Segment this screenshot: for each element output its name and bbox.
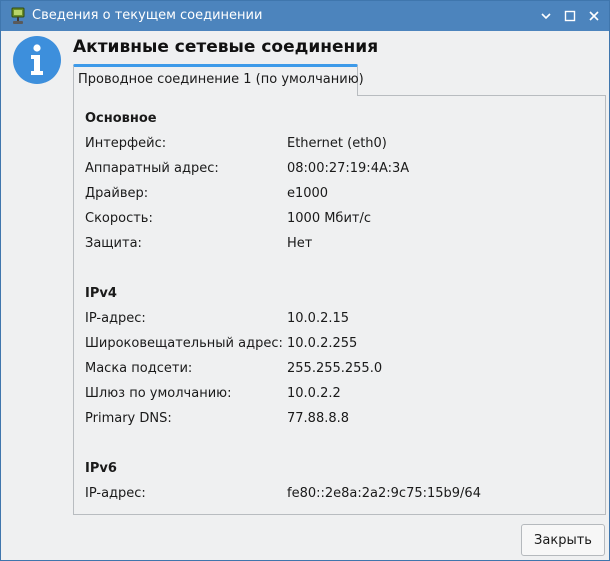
speed-label: Скорость: <box>85 211 153 226</box>
connection-details-panel <box>73 95 606 515</box>
ipv6-address-value: fe80::2e8a:2a2:9c75:15b9/64 <box>287 486 481 501</box>
hardware-address-value: 08:00:27:19:4A:3A <box>287 161 410 176</box>
interface-value: Ethernet (eth0) <box>287 136 387 151</box>
close-button[interactable]: Закрыть <box>521 524 605 556</box>
network-connection-icon <box>10 7 26 25</box>
broadcast-address-value: 10.0.2.255 <box>287 336 358 351</box>
ipv4-address-value: 10.0.2.15 <box>287 311 350 326</box>
hardware-address-label: Аппаратный адрес: <box>85 161 219 176</box>
section-basic-title: Основное <box>85 111 157 126</box>
driver-label: Драйвер: <box>85 186 149 201</box>
info-icon <box>12 35 62 85</box>
window-title: Сведения о текущем соединении <box>32 8 263 23</box>
section-ipv4-title: IPv4 <box>85 286 117 301</box>
tab-wired-connection-1[interactable]: Проводное соединение 1 (по умолчанию) <box>73 64 364 96</box>
broadcast-address-label: Широковещательный адрес: <box>85 336 283 351</box>
default-gateway-label: Шлюз по умолчанию: <box>85 386 232 401</box>
dialog-heading: Активные сетевые соединения <box>73 37 379 57</box>
subnet-mask-label: Маска подсети: <box>85 361 193 376</box>
ipv6-address-label: IP-адрес: <box>85 486 146 501</box>
speed-value: 1000 Мбит/с <box>287 211 371 226</box>
close-icon[interactable] <box>584 6 604 26</box>
security-label: Защита: <box>85 236 142 251</box>
ipv4-address-label: IP-адрес: <box>85 311 146 326</box>
section-ipv6-title: IPv6 <box>85 461 117 476</box>
title-bar[interactable]: Сведения о текущем соединении <box>1 1 609 31</box>
driver-value: e1000 <box>287 186 329 201</box>
dialog-window: Сведения о текущем соединении Активные с… <box>0 0 610 561</box>
primary-dns-value: 77.88.8.8 <box>287 411 350 426</box>
subnet-mask-value: 255.255.255.0 <box>287 361 383 376</box>
default-gateway-value: 10.0.2.2 <box>287 386 341 401</box>
security-value: Нет <box>287 236 313 251</box>
primary-dns-label: Primary DNS: <box>85 411 172 426</box>
interface-label: Интерфейс: <box>85 136 167 151</box>
minimize-icon[interactable] <box>536 6 556 26</box>
maximize-icon[interactable] <box>560 6 580 26</box>
